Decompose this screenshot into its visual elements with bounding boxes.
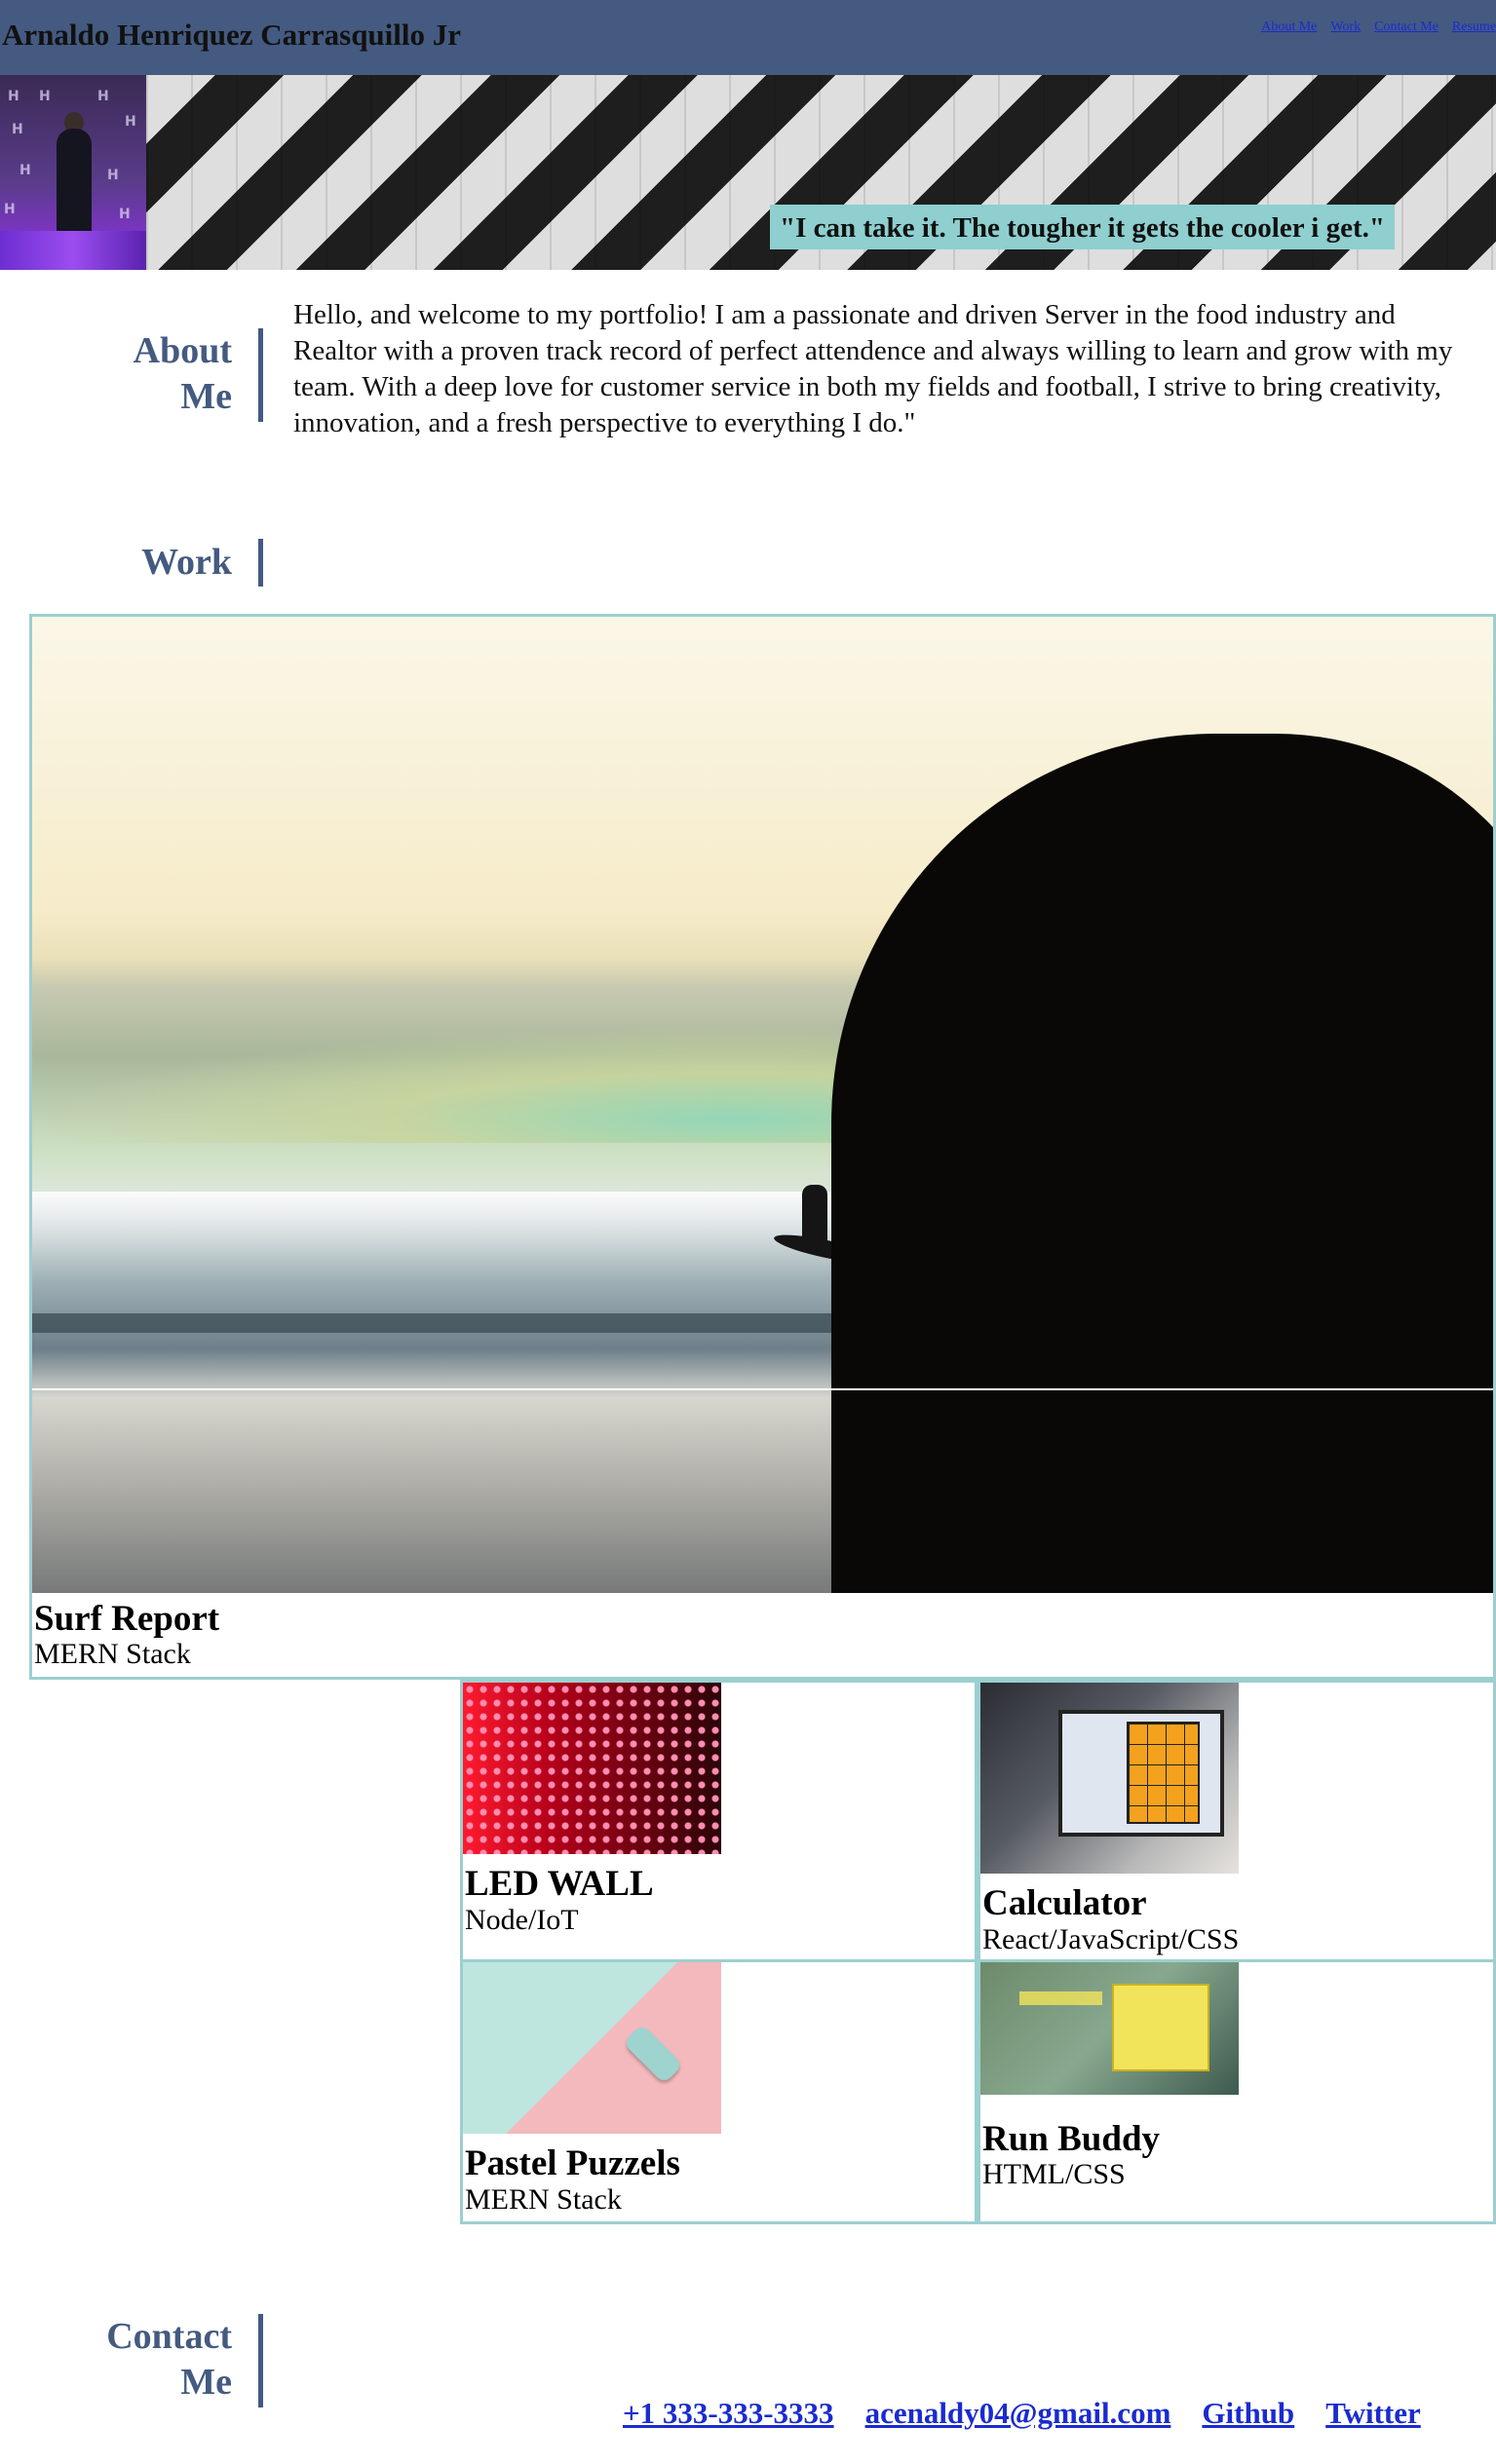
work-heading: Work — [141, 542, 232, 583]
nav-link-work[interactable]: Work — [1330, 19, 1361, 35]
work-heading-bar — [258, 539, 263, 587]
project-card-calculator[interactable]: Calculator React/JavaScript/CSS — [978, 1680, 1496, 1962]
featured-project-surf-report[interactable]: Surf Report MERN Stack — [29, 614, 1496, 1680]
contact-links: +1 333-333-3333 acenaldy04@gmail.com Git… — [623, 2396, 1421, 2431]
project-tech: Node/IoT — [465, 1904, 579, 1936]
site-title: Arnaldo Henriquez Carrasquillo Jr — [2, 18, 462, 52]
contact-heading-bar — [258, 2314, 263, 2407]
led-wall-thumbnail — [463, 1683, 721, 1854]
project-title: Surf Report — [34, 1599, 220, 1639]
project-card-run-buddy[interactable]: Run Buddy HTML/CSS — [978, 1959, 1496, 2224]
project-tech: React/JavaScript/CSS — [982, 1923, 1240, 1955]
project-title: Run Buddy — [982, 2119, 1161, 2159]
about-text: Hello, and welcome to my portfolio! I am… — [293, 299, 1453, 438]
project-title: Calculator — [982, 1883, 1147, 1923]
project-tech: MERN Stack — [465, 2183, 622, 2216]
hero-quote: "I can take it. The tougher it gets the … — [770, 205, 1395, 249]
project-card-pastel-puzzels[interactable]: Pastel Puzzels MERN Stack — [460, 1959, 978, 2224]
main-nav: About Me Work Contact Me Resume — [1261, 19, 1496, 35]
nav-link-resume[interactable]: Resume — [1452, 19, 1496, 35]
github-link[interactable]: Github — [1202, 2396, 1294, 2431]
project-tech: HTML/CSS — [982, 2158, 1126, 2190]
twitter-link[interactable]: Twitter — [1325, 2396, 1421, 2431]
about-heading: About Me — [133, 330, 232, 417]
run-buddy-thumbnail — [980, 1962, 1239, 2095]
profile-photo: H H H H H H H H H — [0, 75, 146, 270]
phone-link[interactable]: +1 333-333-3333 — [623, 2396, 834, 2431]
project-tech: MERN Stack — [34, 1638, 191, 1670]
calculator-thumbnail — [980, 1683, 1239, 1874]
nav-link-contact[interactable]: Contact Me — [1374, 19, 1438, 35]
surf-report-image — [32, 617, 1493, 1593]
about-heading-bar — [258, 328, 263, 422]
pastel-puzzels-thumbnail — [463, 1962, 721, 2134]
hero-banner: H H H H H H H H H "I can take it. The to… — [0, 75, 1496, 270]
contact-heading: Contact Me — [106, 2316, 232, 2403]
project-title: LED WALL — [465, 1864, 654, 1904]
site-header: Arnaldo Henriquez Carrasquillo Jr About … — [0, 0, 1496, 75]
project-card-led-wall[interactable]: LED WALL Node/IoT — [460, 1680, 978, 1962]
nav-link-about[interactable]: About Me — [1261, 19, 1317, 35]
project-title: Pastel Puzzels — [465, 2143, 680, 2183]
email-link[interactable]: acenaldy04@gmail.com — [865, 2396, 1171, 2431]
